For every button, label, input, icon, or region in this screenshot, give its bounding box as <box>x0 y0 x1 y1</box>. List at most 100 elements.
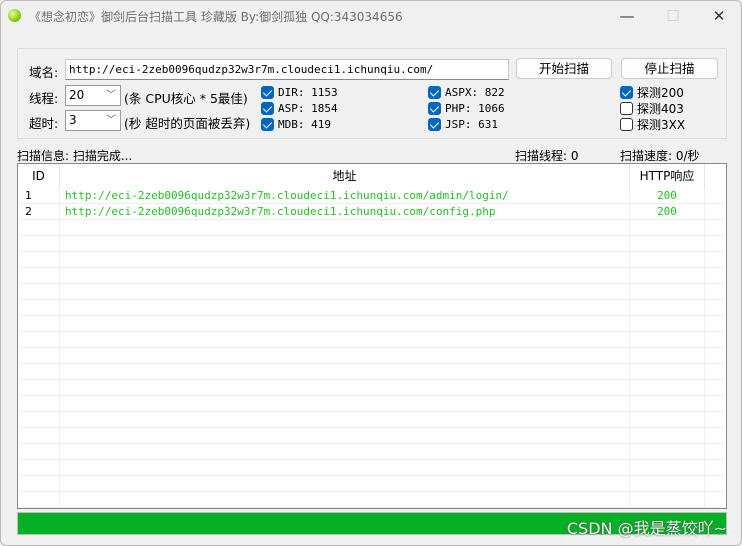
domain-input[interactable]: http://eci-2zeb0096qudzp32w3r7m.cloudeci… <box>65 59 509 80</box>
checkbox-icon <box>620 86 633 99</box>
dict-asp-checkbox[interactable]: ASP: 1854 <box>261 100 338 116</box>
threads-value: 20 <box>69 88 85 102</box>
cell-http <box>630 380 705 396</box>
cell-id <box>18 428 60 444</box>
header-http[interactable]: HTTP响应 <box>630 164 705 188</box>
timeout-select[interactable]: 3 ﹀ <box>65 110 121 131</box>
cell-http <box>630 268 705 284</box>
stop-scan-button[interactable]: 停止扫描 <box>621 58 718 79</box>
cell-url <box>60 316 630 332</box>
cell-id: 2 <box>18 204 60 220</box>
cell-url: http://eci-2zeb0096qudzp32w3r7m.cloudeci… <box>60 204 630 220</box>
checkbox-label: ASPX: 822 <box>445 85 505 99</box>
scan-info: 扫描信息: 扫描完成... <box>17 149 133 163</box>
header-url[interactable]: 地址 <box>60 164 630 188</box>
cell-http <box>630 300 705 316</box>
table-row[interactable] <box>18 444 726 460</box>
detect-403-checkbox[interactable]: 探测403 <box>620 100 685 116</box>
threads-label: 线程: <box>29 91 59 106</box>
maximize-button[interactable]: ☐ <box>661 5 685 27</box>
dict-mdb-checkbox[interactable]: MDB: 419 <box>261 116 338 132</box>
cell-url: http://eci-2zeb0096qudzp32w3r7m.cloudeci… <box>60 188 630 204</box>
threads-select[interactable]: 20 ﹀ <box>65 85 121 106</box>
timeout-label: 超时: <box>29 116 59 131</box>
table-row[interactable] <box>18 332 726 348</box>
cell-url <box>60 444 630 460</box>
cell-id: 1 <box>18 188 60 204</box>
cell-id <box>18 460 60 476</box>
cell-id <box>18 284 60 300</box>
dict-aspx-checkbox[interactable]: ASPX: 822 <box>428 84 505 100</box>
table-row[interactable] <box>18 220 726 236</box>
checkbox-label: DIR: 1153 <box>278 85 338 99</box>
scan-threads: 扫描线程: 0 <box>515 149 579 163</box>
checkbox-label: 探测3XX <box>637 117 686 132</box>
table-row[interactable] <box>18 300 726 316</box>
table-row[interactable] <box>18 236 726 252</box>
cell-id <box>18 396 60 412</box>
close-button[interactable]: ✕ <box>707 5 731 27</box>
dict-php-checkbox[interactable]: PHP: 1066 <box>428 100 505 116</box>
header-id[interactable]: ID <box>18 164 60 188</box>
timeout-value: 3 <box>69 113 77 127</box>
cell-http <box>630 396 705 412</box>
cell-url <box>60 396 630 412</box>
checkbox-icon <box>620 118 633 131</box>
table-row[interactable] <box>18 460 726 476</box>
table-row[interactable] <box>18 476 726 492</box>
detect-3xx-checkbox[interactable]: 探测3XX <box>620 116 685 132</box>
checkbox-label: PHP: 1066 <box>445 101 505 115</box>
checkbox-label: 探测403 <box>637 101 684 116</box>
cell-url <box>60 236 630 252</box>
table-row[interactable] <box>18 284 726 300</box>
checkbox-icon <box>620 102 633 115</box>
cell-id <box>18 380 60 396</box>
table-row[interactable] <box>18 412 726 428</box>
table-row[interactable] <box>18 268 726 284</box>
cell-http <box>630 476 705 492</box>
table-row[interactable] <box>18 428 726 444</box>
cell-url <box>60 332 630 348</box>
cell-url <box>60 348 630 364</box>
dict-jsp-checkbox[interactable]: JSP: 631 <box>428 116 505 132</box>
table-row[interactable] <box>18 252 726 268</box>
table-row[interactable] <box>18 396 726 412</box>
checkbox-label: JSP: 631 <box>445 117 498 131</box>
dict-dir-checkbox[interactable]: DIR: 1153 <box>261 84 338 100</box>
table-row[interactable] <box>18 380 726 396</box>
app-icon <box>8 9 21 22</box>
results-table[interactable]: ID 地址 HTTP响应 1 http://eci-2zeb0096qudzp32… <box>17 163 727 509</box>
timeout-hint: (秒 超时的页面被丢弃) <box>124 116 251 131</box>
cell-id <box>18 220 60 236</box>
cell-http <box>630 348 705 364</box>
cell-id <box>18 332 60 348</box>
minimize-button[interactable]: — <box>615 5 639 27</box>
detect-200-checkbox[interactable]: 探测200 <box>620 84 685 100</box>
checkbox-label: MDB: 419 <box>278 117 331 131</box>
cell-url <box>60 380 630 396</box>
cell-http <box>630 220 705 236</box>
cell-id <box>18 364 60 380</box>
cell-id <box>18 300 60 316</box>
cell-id <box>18 236 60 252</box>
cell-http <box>630 252 705 268</box>
cell-id <box>18 476 60 492</box>
table-row[interactable] <box>18 364 726 380</box>
start-scan-button[interactable]: 开始扫描 <box>516 58 612 79</box>
checkbox-icon <box>428 118 441 131</box>
table-row[interactable] <box>18 492 726 508</box>
table-row[interactable] <box>18 348 726 364</box>
cell-http <box>630 236 705 252</box>
cell-url <box>60 252 630 268</box>
cell-id <box>18 252 60 268</box>
table-row[interactable]: 2 http://eci-2zeb0096qudzp32w3r7m.cloudec… <box>18 204 726 220</box>
cell-http <box>630 332 705 348</box>
cell-url <box>60 492 630 508</box>
table-row[interactable] <box>18 316 726 332</box>
dict-col-2: ASPX: 822 PHP: 1066 JSP: 631 <box>428 84 505 132</box>
table-row[interactable]: 1 http://eci-2zeb0096qudzp32w3r7m.cloudec… <box>18 188 726 204</box>
domain-label: 域名: <box>29 65 59 80</box>
cell-url <box>60 428 630 444</box>
scan-speed: 扫描速度: 0/秒 <box>620 149 700 163</box>
cell-http <box>630 428 705 444</box>
